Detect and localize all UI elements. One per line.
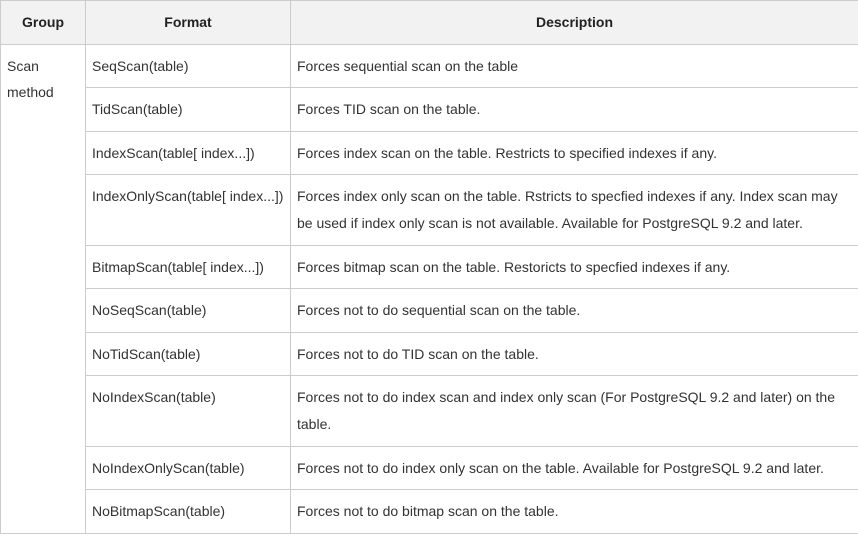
col-header-group: Group — [1, 1, 86, 45]
format-cell: NoBitmapScan(table) — [86, 490, 291, 534]
table-row: Scan method SeqScan(table) Forces sequen… — [1, 44, 858, 88]
table-row: NoTidScan(table) Forces not to do TID sc… — [1, 332, 858, 376]
format-cell: SeqScan(table) — [86, 44, 291, 88]
description-cell: Forces index only scan on the table. Rst… — [291, 175, 858, 245]
col-header-description: Description — [291, 1, 858, 45]
description-cell: Forces not to do sequential scan on the … — [291, 289, 858, 333]
format-cell: IndexOnlyScan(table[ index...]) — [86, 175, 291, 245]
format-cell: IndexScan(table[ index...]) — [86, 131, 291, 175]
description-cell: Forces index scan on the table. Restrict… — [291, 131, 858, 175]
table-row: NoIndexOnlyScan(table) Forces not to do … — [1, 446, 858, 490]
description-cell: Forces not to do TID scan on the table. — [291, 332, 858, 376]
col-header-format: Format — [86, 1, 291, 45]
table-row: NoBitmapScan(table) Forces not to do bit… — [1, 490, 858, 534]
format-cell: NoIndexScan(table) — [86, 376, 291, 446]
format-cell: TidScan(table) — [86, 88, 291, 132]
group-cell: Scan method — [1, 44, 86, 533]
description-cell: Forces not to do index scan and index on… — [291, 376, 858, 446]
hint-table: Group Format Description Scan method Seq… — [0, 0, 858, 534]
table-row: TidScan(table) Forces TID scan on the ta… — [1, 88, 858, 132]
table-row: NoSeqScan(table) Forces not to do sequen… — [1, 289, 858, 333]
table-row: IndexOnlyScan(table[ index...]) Forces i… — [1, 175, 858, 245]
description-cell: Forces sequential scan on the table — [291, 44, 858, 88]
table-row: NoIndexScan(table) Forces not to do inde… — [1, 376, 858, 446]
description-cell: Forces not to do index only scan on the … — [291, 446, 858, 490]
table-header-row: Group Format Description — [1, 1, 858, 45]
description-cell: Forces bitmap scan on the table. Restori… — [291, 245, 858, 289]
table-row: IndexScan(table[ index...]) Forces index… — [1, 131, 858, 175]
description-cell: Forces not to do bitmap scan on the tabl… — [291, 490, 858, 534]
table-row: BitmapScan(table[ index...]) Forces bitm… — [1, 245, 858, 289]
description-cell: Forces TID scan on the table. — [291, 88, 858, 132]
format-cell: NoIndexOnlyScan(table) — [86, 446, 291, 490]
format-cell: BitmapScan(table[ index...]) — [86, 245, 291, 289]
format-cell: NoTidScan(table) — [86, 332, 291, 376]
format-cell: NoSeqScan(table) — [86, 289, 291, 333]
